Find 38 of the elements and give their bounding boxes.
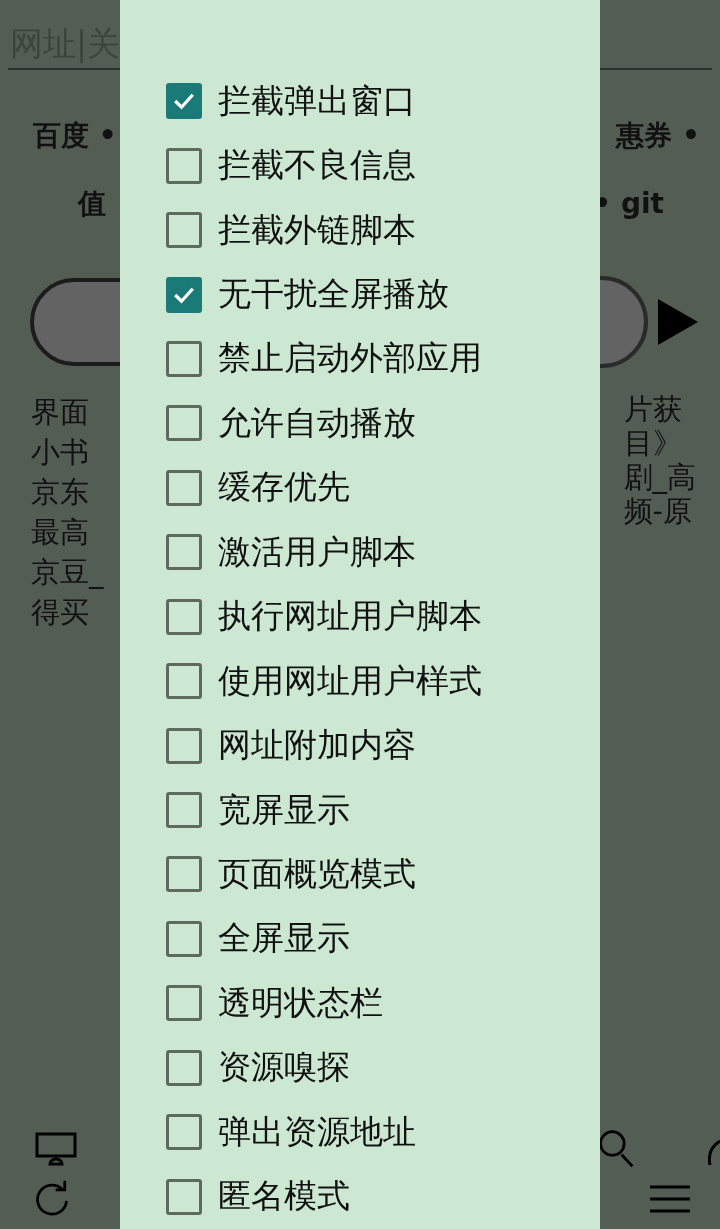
checkbox[interactable]	[166, 147, 202, 184]
option-checkbox[interactable]: 匿名模式	[120, 1164, 600, 1229]
checkbox[interactable]	[166, 534, 202, 571]
option-checkbox[interactable]: 资源嗅探	[120, 1035, 600, 1100]
checkbox[interactable]	[166, 469, 202, 506]
option-checkbox[interactable]: 页面概览模式	[120, 842, 600, 907]
option-checkbox[interactable]: 允许自动播放	[120, 391, 600, 456]
option-checkbox[interactable]: 缓存优先	[120, 455, 600, 521]
option-checkbox[interactable]: 透明状态栏	[120, 971, 600, 1036]
checkbox[interactable]	[166, 405, 202, 442]
option-checkbox[interactable]: 宽屏显示	[120, 777, 600, 843]
checkbox[interactable]	[166, 727, 202, 764]
checkbox[interactable]	[166, 663, 202, 700]
option-checkbox[interactable]: 禁止启动外部应用	[120, 326, 600, 392]
option-checkbox[interactable]: 使用网址用户样式	[120, 648, 600, 714]
checkbox[interactable]	[166, 792, 202, 829]
option-checkbox[interactable]: 激活用户脚本	[120, 520, 600, 585]
checkbox[interactable]	[166, 1049, 202, 1086]
option-checkbox[interactable]: 拦截外链脚本	[120, 197, 600, 263]
option-checkbox[interactable]: 拦截不良信息	[120, 133, 600, 198]
play-icon[interactable]	[658, 299, 698, 345]
option-checkbox[interactable]: 网址附加内容	[120, 713, 600, 778]
checkbox[interactable]	[166, 340, 202, 377]
checkbox[interactable]	[166, 83, 202, 120]
checkbox[interactable]	[166, 985, 202, 1022]
option-checkbox[interactable]: 全屏显示	[120, 906, 600, 972]
checkbox[interactable]	[166, 1114, 202, 1151]
checkbox[interactable]	[166, 276, 202, 313]
menu-icon[interactable]	[650, 1184, 690, 1214]
checkbox[interactable]	[166, 598, 202, 635]
option-checkbox[interactable]: 执行网址用户脚本	[120, 584, 600, 649]
checkbox[interactable]	[166, 212, 202, 249]
option-checkbox[interactable]: 无干扰全屏播放	[120, 262, 600, 327]
option-checkbox[interactable]: 弹出资源地址	[120, 1100, 600, 1165]
checkbox[interactable]	[166, 1178, 202, 1215]
checkbox[interactable]	[166, 856, 202, 893]
checkbox[interactable]	[166, 920, 202, 957]
option-checkbox[interactable]: 拦截弹出窗口	[120, 69, 600, 134]
